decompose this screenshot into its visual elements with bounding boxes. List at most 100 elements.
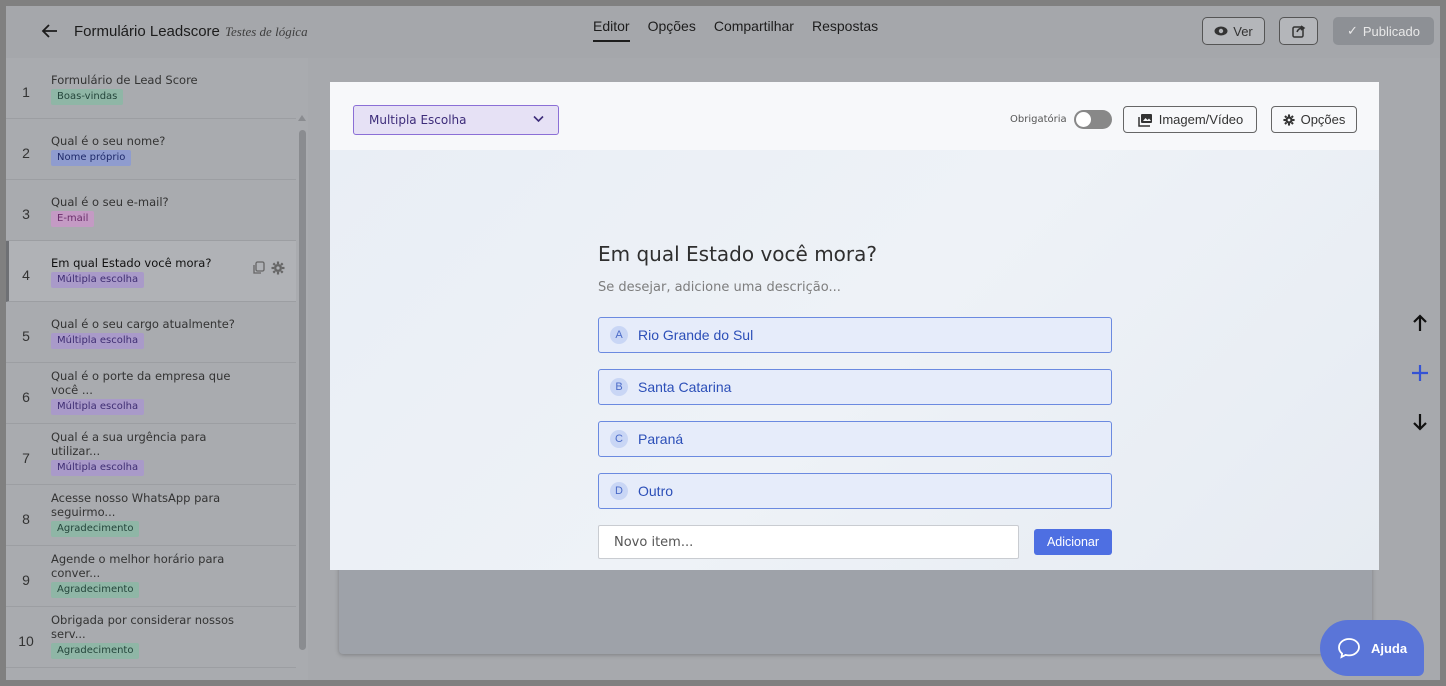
question-item-6[interactable]: 6 Qual é o porte da empresa que você ...… (6, 363, 296, 424)
question-type-badge: Agradecimento (51, 521, 140, 537)
question-number: 4 (22, 267, 30, 283)
tab-editor[interactable]: Editor (593, 18, 630, 42)
add-question-plus-icon[interactable] (1409, 362, 1431, 384)
gear-icon (1283, 113, 1295, 126)
question-type-value: Multipla Escolha (369, 113, 467, 127)
question-type-badge: Boas-vindas (51, 89, 124, 105)
option-text: Santa Catarina (638, 379, 732, 395)
add-item-button[interactable]: Adicionar (1034, 529, 1112, 555)
question-number: 3 (22, 206, 30, 222)
question-editor-card: Multipla Escolha Obrigatória Imagem/Víde… (330, 82, 1379, 570)
option-letter: D (610, 482, 628, 500)
question-title: Acesse nosso WhatsApp para seguirmo... (51, 491, 221, 519)
chat-bubble-icon (1338, 638, 1360, 659)
question-title: Qual é o seu nome? (51, 134, 166, 148)
question-item-9[interactable]: 9 Agende o melhor horário para conver...… (6, 546, 296, 607)
question-number: 8 (22, 511, 30, 527)
question-number: 9 (22, 572, 30, 588)
option-letter: A (610, 326, 628, 344)
move-up-arrow-icon[interactable] (1409, 312, 1431, 334)
question-list-sidebar: 1 Formulário de Lead Score Boas-vindas 2… (6, 58, 308, 680)
question-number: 1 (22, 84, 30, 100)
help-label: Ajuda (1370, 640, 1408, 656)
question-title: Qual é o porte da empresa que você ... (51, 369, 231, 397)
question-type-select[interactable]: Multipla Escolha (353, 105, 559, 135)
question-type-badge: Múltipla escolha (51, 333, 145, 349)
question-type-badge: Múltipla escolha (51, 272, 145, 288)
new-item-input[interactable] (598, 525, 1019, 559)
duplicate-icon[interactable] (252, 261, 265, 275)
question-type-badge: Múltipla escolha (51, 399, 145, 415)
share-button[interactable] (1279, 17, 1318, 45)
question-title-text[interactable]: Em qual Estado você mora? (598, 242, 877, 266)
question-type-badge: E-mail (51, 211, 95, 227)
question-item-8[interactable]: 8 Acesse nosso WhatsApp para seguirmo...… (6, 485, 296, 546)
question-options-label: Opções (1300, 112, 1346, 127)
question-title: Formulário de Lead Score (51, 73, 198, 87)
question-item-4[interactable]: 4 Em qual Estado você mora? Múltipla esc… (6, 241, 296, 302)
question-number: 6 (22, 389, 30, 405)
scroll-up-arrow-icon[interactable] (298, 115, 306, 121)
option-letter: C (610, 430, 628, 448)
toggle-knob (1076, 112, 1091, 127)
image-video-button[interactable]: Imagem/Vídeo (1123, 106, 1257, 133)
question-options-button[interactable]: Opções (1271, 106, 1357, 133)
option-text: Outro (638, 483, 674, 499)
question-description[interactable]: Se desejar, adicione uma descrição... (598, 280, 841, 295)
choice-option-c[interactable]: C Paraná (598, 421, 1112, 457)
question-number: 10 (18, 633, 34, 649)
question-type-badge: Agradecimento (51, 582, 140, 598)
question-item-3[interactable]: 3 Qual é o seu e-mail? E-mail (6, 180, 296, 241)
question-type-badge: Nome próprio (51, 150, 132, 166)
required-label: Obrigatória (1010, 114, 1067, 125)
question-title: Em qual Estado você mora? (51, 256, 212, 270)
published-label: Publicado (1362, 23, 1420, 39)
published-button[interactable]: ✓ Publicado (1333, 17, 1434, 45)
tab-share[interactable]: Compartilhar (714, 18, 794, 42)
tab-options[interactable]: Opções (648, 18, 696, 42)
question-item-10[interactable]: 10 Obrigada por considerar nossos serv..… (6, 607, 296, 668)
required-toggle[interactable] (1074, 110, 1112, 129)
option-text: Paraná (638, 431, 684, 447)
help-chat-button[interactable]: Ajuda (1320, 620, 1424, 676)
form-title: Formulário Leadscore (74, 23, 220, 40)
back-arrow-icon[interactable] (40, 21, 60, 41)
choice-option-a[interactable]: A Rio Grande do Sul (598, 317, 1112, 353)
option-text: Rio Grande do Sul (638, 327, 754, 343)
question-number: 5 (22, 328, 30, 344)
question-title: Obrigada por considerar nossos serv... (51, 613, 235, 641)
question-type-badge: Agradecimento (51, 643, 140, 659)
view-label: Ver (1233, 23, 1253, 39)
choice-option-d[interactable]: D Outro (598, 473, 1112, 509)
question-item-7[interactable]: 7 Qual é a sua urgência para utilizar...… (6, 424, 296, 485)
move-down-arrow-icon[interactable] (1409, 411, 1431, 433)
share-icon (1291, 25, 1305, 38)
header-bar: Formulário Leadscore Testes de lógica Ed… (6, 6, 1440, 58)
image-video-label: Imagem/Vídeo (1158, 112, 1244, 127)
question-item-5[interactable]: 5 Qual é o seu cargo atualmente? Múltipl… (6, 302, 296, 363)
question-type-badge: Múltipla escolha (51, 460, 145, 476)
question-number: 7 (22, 450, 30, 466)
form-subtitle: Testes de lógica (225, 24, 308, 39)
question-preview-area: Em qual Estado você mora? Se desejar, ad… (330, 150, 1379, 570)
view-button[interactable]: Ver (1202, 17, 1265, 45)
question-item-2[interactable]: 2 Qual é o seu nome? Nome próprio (6, 119, 296, 180)
option-letter: B (610, 378, 628, 396)
choice-option-b[interactable]: B Santa Catarina (598, 369, 1112, 405)
editor-toolbar: Multipla Escolha Obrigatória Imagem/Víde… (330, 82, 1379, 150)
gear-icon[interactable] (271, 261, 285, 275)
question-title: Qual é o seu e-mail? (51, 195, 169, 209)
image-gallery-icon (1137, 113, 1152, 127)
app-frame: Formulário Leadscore Testes de lógica Ed… (6, 6, 1440, 680)
tab-responses[interactable]: Respostas (812, 18, 878, 42)
chevron-down-icon (533, 115, 544, 123)
question-title: Qual é a sua urgência para utilizar... (51, 430, 207, 458)
tab-bar: Editor Opções Compartilhar Respostas (593, 18, 878, 42)
eye-icon (1214, 26, 1228, 36)
question-number: 2 (22, 145, 30, 161)
sidebar-scrollbar[interactable] (299, 130, 306, 650)
check-icon: ✓ (1346, 23, 1358, 38)
question-title: Agende o melhor horário para conver... (51, 552, 225, 580)
question-item-1[interactable]: 1 Formulário de Lead Score Boas-vindas (6, 58, 296, 119)
question-title: Qual é o seu cargo atualmente? (51, 317, 235, 331)
